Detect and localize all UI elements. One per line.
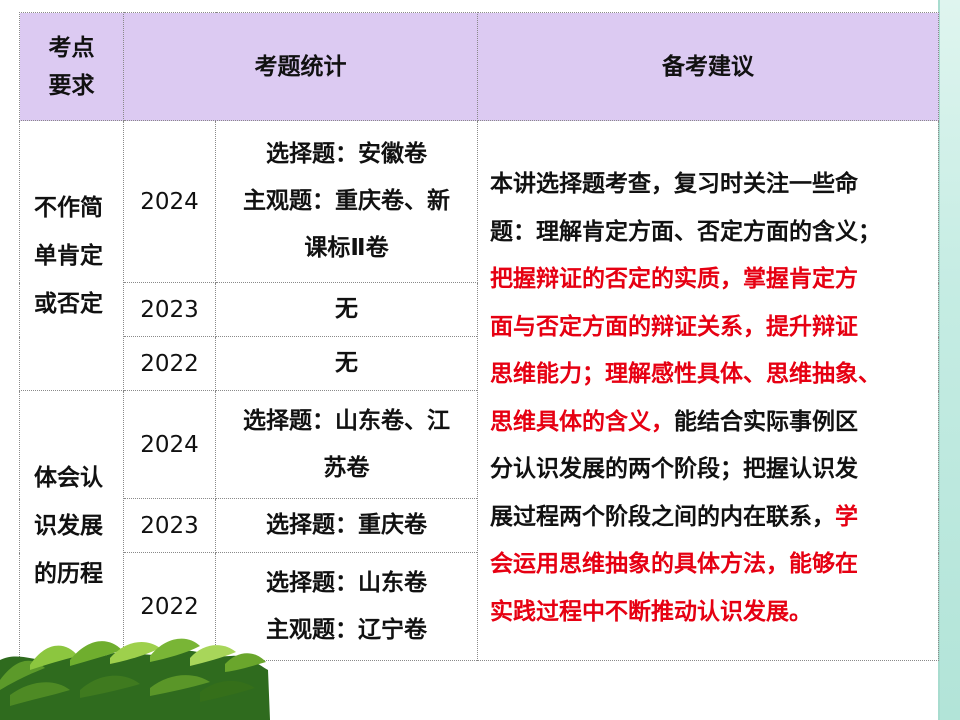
- table-row: 不作简 单肯定 或否定 2024 选择题：安徽卷 主观题：重庆卷、新 课标Ⅱ卷 …: [19, 120, 939, 661]
- advice-line: 本讲选择题考查，复习时关注一些命: [490, 161, 934, 209]
- year-cell: 2023: [123, 498, 216, 553]
- advice-line: 面与否定方面的辩证关系，提升辩证: [490, 304, 934, 352]
- topic-line: 的历程: [34, 560, 103, 587]
- topic-cell-1: 不作简 单肯定 或否定: [19, 120, 124, 391]
- stat-line: 选择题：安徽卷: [266, 141, 427, 167]
- advice-highlight: 学: [835, 503, 858, 530]
- advice-line: 会运用思维抽象的具体方法，能够在: [490, 541, 934, 589]
- advice-line: 思维具体的含义，能结合实际事例区: [490, 399, 934, 447]
- advice-segment: 能结合实际事例区: [674, 408, 858, 435]
- header-topic: 考点 要求: [19, 12, 124, 121]
- advice-highlight: 面与否定方面的辩证关系，提升辩证: [490, 313, 858, 340]
- topic-line: 不作简: [34, 194, 103, 221]
- advice-highlight: 思维能力；理解感性具体、思维抽象、: [490, 361, 881, 387]
- stat-line: 选择题：重庆卷: [266, 512, 427, 538]
- stat-cell: 无: [215, 336, 478, 391]
- stat-cell: 无: [215, 282, 478, 337]
- advice-segment: 题：理解肯定方面、否定方面的含义；: [490, 218, 881, 245]
- advice-line: 展过程两个阶段之间的内在联系，学: [490, 494, 934, 542]
- stat-line: 无: [335, 350, 358, 376]
- header-topic-line1: 考点: [48, 34, 95, 61]
- advice-line: 思维能力；理解感性具体、思维抽象、: [490, 351, 934, 399]
- advice-segment: 分认识发展的两个阶段；把握认识发: [490, 456, 858, 482]
- stat-line: 苏卷: [323, 454, 370, 481]
- stat-line: 选择题：山东卷、江: [243, 407, 450, 434]
- stat-line: 课标Ⅱ卷: [304, 235, 389, 261]
- year-cell: 2024: [123, 120, 216, 283]
- stat-line: 无: [335, 296, 358, 322]
- advice-highlight: 把握辩证的否定的实质，掌握肯定方: [490, 266, 858, 292]
- stat-line: 选择题：山东卷: [266, 569, 427, 596]
- advice-segment: 展过程两个阶段之间的内在联系，: [490, 503, 835, 530]
- topic-line: 单肯定: [34, 242, 103, 269]
- advice-highlight: 实践过程中不断推动认识发展。: [490, 598, 812, 625]
- stat-line: 主观题：重庆卷、新: [243, 188, 450, 214]
- advice-text: 本讲选择题考查，复习时关注一些命 题：理解肯定方面、否定方面的含义； 把握辩证的否定…: [490, 161, 934, 636]
- advice-highlight: 会运用思维抽象的具体方法，能够在: [490, 551, 858, 577]
- advice-segment: 本讲选择题考查，复习时关注一些命: [490, 171, 858, 197]
- header-row: 考点 要求 考题统计 备考建议: [19, 12, 939, 121]
- topic-line: 体会认: [34, 464, 103, 491]
- stat-cell: 选择题：安徽卷 主观题：重庆卷、新 课标Ⅱ卷: [215, 120, 478, 283]
- decorative-side-bar: [938, 0, 960, 720]
- leaf-cluster: [0, 638, 270, 720]
- advice-line: 把握辩证的否定的实质，掌握肯定方: [490, 256, 934, 304]
- tea-plant-decoration: [0, 638, 270, 720]
- advice-line: 分认识发展的两个阶段；把握认识发: [490, 446, 934, 494]
- stat-cell: 选择题：山东卷、江 苏卷: [215, 390, 478, 499]
- advice-highlight: 思维具体的含义，: [490, 408, 674, 435]
- exam-table: 考点 要求 考题统计 备考建议 不作简 单肯定 或否定 2024 选择题：安徽卷…: [19, 12, 939, 661]
- year-cell: 2022: [123, 336, 216, 391]
- advice-line: 题：理解肯定方面、否定方面的含义；: [490, 209, 934, 257]
- year-cell: 2023: [123, 282, 216, 337]
- advice-line: 实践过程中不断推动认识发展。: [490, 589, 934, 637]
- header-advice: 备考建议: [477, 12, 939, 121]
- header-stats: 考题统计: [123, 12, 478, 121]
- advice-cell: 本讲选择题考查，复习时关注一些命 题：理解肯定方面、否定方面的含义； 把握辩证的否定…: [477, 120, 939, 661]
- header-topic-line2: 要求: [48, 72, 95, 99]
- year-cell: 2024: [123, 390, 216, 499]
- advice-spacer: [490, 123, 934, 161]
- stat-cell: 选择题：重庆卷: [215, 498, 478, 553]
- topic-line: 或否定: [34, 290, 103, 317]
- topic-line: 识发展: [34, 512, 103, 539]
